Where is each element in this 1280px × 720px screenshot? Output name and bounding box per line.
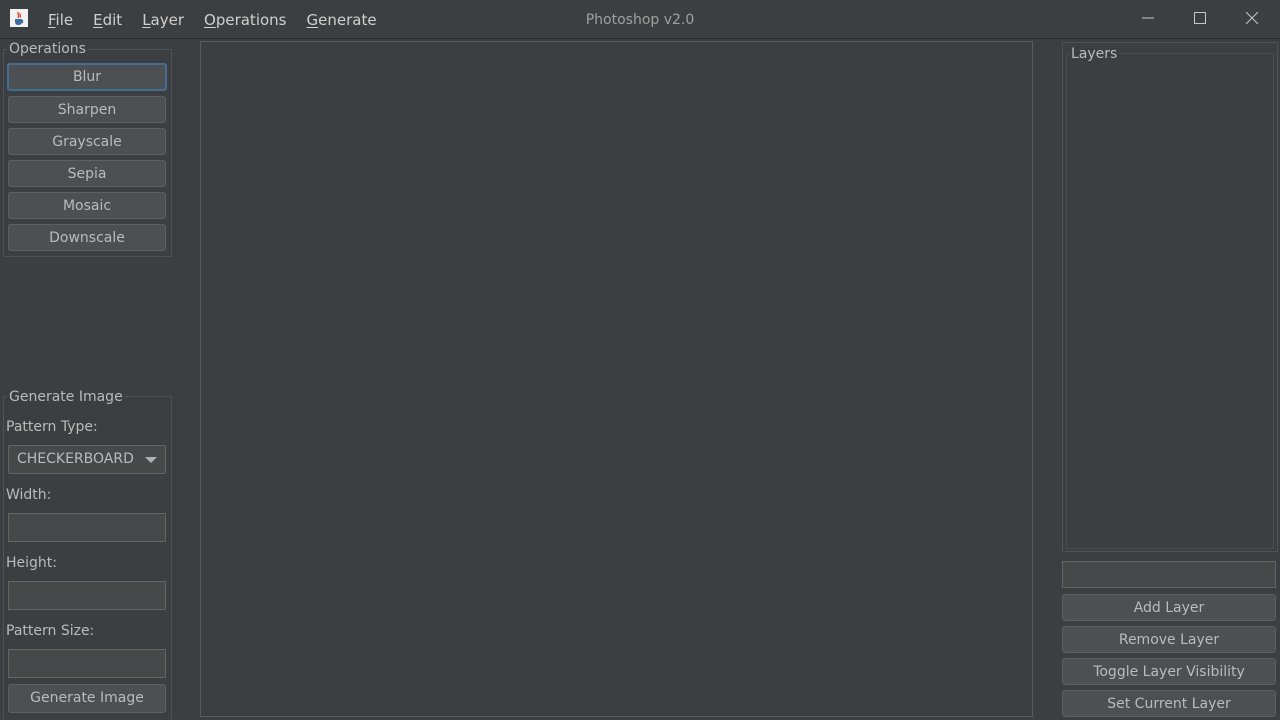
menu-operations-mnemonic: O	[204, 11, 216, 29]
chevron-down-icon	[145, 457, 157, 463]
menu-operations-label: perations	[215, 11, 287, 29]
pattern-type-value: CHECKERBOARD	[17, 451, 134, 467]
maximize-icon	[1194, 12, 1206, 24]
pattern-size-input[interactable]	[8, 649, 166, 678]
close-icon	[1246, 12, 1258, 24]
sharpen-button[interactable]: Sharpen	[8, 96, 166, 123]
generate-image-legend: Generate Image	[7, 388, 125, 406]
menu-generate-label: enerate	[318, 11, 377, 29]
java-cup-icon[interactable]	[10, 9, 28, 27]
image-canvas[interactable]	[200, 41, 1033, 717]
menu-file-label: ile	[55, 11, 74, 29]
menu-edit-label: dit	[102, 11, 123, 29]
menu-layer-mnemonic: L	[142, 11, 151, 29]
menu-generate-mnemonic: G	[306, 11, 319, 29]
menu-file-mnemonic: F	[48, 11, 56, 29]
menu-layer[interactable]: Layer	[132, 0, 194, 38]
minimize-icon	[1142, 17, 1154, 19]
width-input[interactable]	[8, 513, 166, 542]
maximize-button[interactable]	[1174, 0, 1226, 36]
menu-edit-mnemonic: E	[93, 11, 103, 29]
height-input[interactable]	[8, 581, 166, 610]
generate-image-button[interactable]: Generate Image	[8, 684, 166, 713]
layer-name-input[interactable]	[1062, 561, 1276, 588]
layers-legend: Layers	[1069, 45, 1120, 63]
height-label: Height:	[6, 555, 57, 571]
minimize-button[interactable]	[1122, 0, 1174, 36]
sepia-button[interactable]: Sepia	[8, 160, 166, 187]
pattern-size-label: Pattern Size:	[6, 623, 95, 639]
title-bar: File Edit Layer Operations Generate Phot…	[0, 0, 1280, 39]
width-label: Width:	[6, 487, 52, 503]
grayscale-button[interactable]: Grayscale	[8, 128, 166, 155]
toggle-layer-visibility-button[interactable]: Toggle Layer Visibility	[1062, 658, 1276, 685]
menu-edit[interactable]: Edit	[83, 0, 132, 38]
menu-file[interactable]: File	[38, 0, 83, 38]
pattern-type-label: Pattern Type:	[6, 419, 98, 435]
set-current-layer-button[interactable]: Set Current Layer	[1062, 690, 1276, 717]
close-button[interactable]	[1226, 0, 1278, 36]
remove-layer-button[interactable]: Remove Layer	[1062, 626, 1276, 653]
downscale-button[interactable]: Downscale	[8, 224, 166, 251]
pattern-type-select[interactable]: CHECKERBOARD	[8, 445, 166, 474]
blur-button[interactable]: Blur	[7, 63, 167, 91]
menu-generate[interactable]: Generate	[297, 0, 387, 38]
layers-list[interactable]	[1066, 53, 1274, 549]
operations-legend: Operations	[7, 40, 88, 58]
menu-bar: File Edit Layer Operations Generate	[38, 0, 387, 38]
menu-layer-label: ayer	[150, 11, 185, 29]
add-layer-button[interactable]: Add Layer	[1062, 594, 1276, 621]
menu-operations[interactable]: Operations	[194, 0, 296, 38]
mosaic-button[interactable]: Mosaic	[8, 192, 166, 219]
